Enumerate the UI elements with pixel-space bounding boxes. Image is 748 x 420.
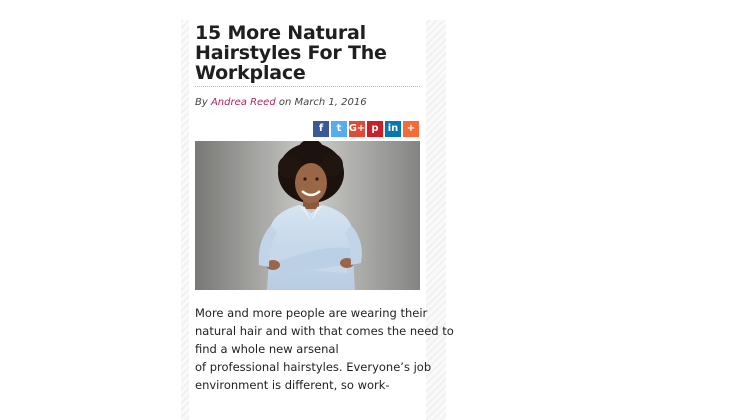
- article-body-line: natural hair and with that comes the nee…: [195, 324, 454, 338]
- share-buttons: f t G+ p in +: [313, 121, 419, 137]
- byline-prefix: By: [195, 97, 208, 108]
- article-body-line: environment is different, so work-: [195, 378, 390, 392]
- google-plus-icon: G+: [348, 123, 366, 134]
- article-title-line: Workplace: [195, 62, 306, 84]
- byline-middle: on: [278, 97, 292, 108]
- article-title-line: Hairstyles For The: [195, 42, 387, 64]
- page: 15 More Natural Hairstyles For The Workp…: [0, 0, 748, 420]
- linkedin-icon: in: [387, 123, 399, 134]
- pinterest-share-button[interactable]: p: [367, 121, 383, 137]
- linkedin-share-button[interactable]: in: [385, 121, 401, 137]
- pinterest-icon: p: [371, 123, 379, 134]
- article-byline: By Andrea Reed on March 1, 2016: [195, 97, 367, 109]
- article-body-line: of professional hairstyles. Everyone’s j…: [195, 360, 432, 374]
- title-divider: [195, 86, 420, 87]
- publish-date: March 1, 2016: [294, 97, 367, 108]
- facebook-share-button[interactable]: f: [313, 121, 329, 137]
- author-link[interactable]: Andrea Reed: [211, 97, 276, 108]
- article-title-line: 15 More Natural: [195, 22, 366, 44]
- article-title[interactable]: 15 More Natural Hairstyles For The Workp…: [195, 23, 425, 83]
- facebook-icon: f: [318, 123, 324, 134]
- more-share-button[interactable]: +: [403, 121, 419, 137]
- plus-icon: +: [406, 123, 416, 134]
- twitter-share-button[interactable]: t: [331, 121, 347, 137]
- twitter-icon: t: [336, 123, 342, 134]
- article-body-line: More and more people are wearing their: [195, 306, 428, 320]
- article-body-line: find a whole new arsenal: [195, 342, 339, 356]
- google-plus-share-button[interactable]: G+: [349, 121, 365, 137]
- article-body: More and more people are wearing their n…: [195, 304, 454, 394]
- hero-image: [195, 141, 420, 290]
